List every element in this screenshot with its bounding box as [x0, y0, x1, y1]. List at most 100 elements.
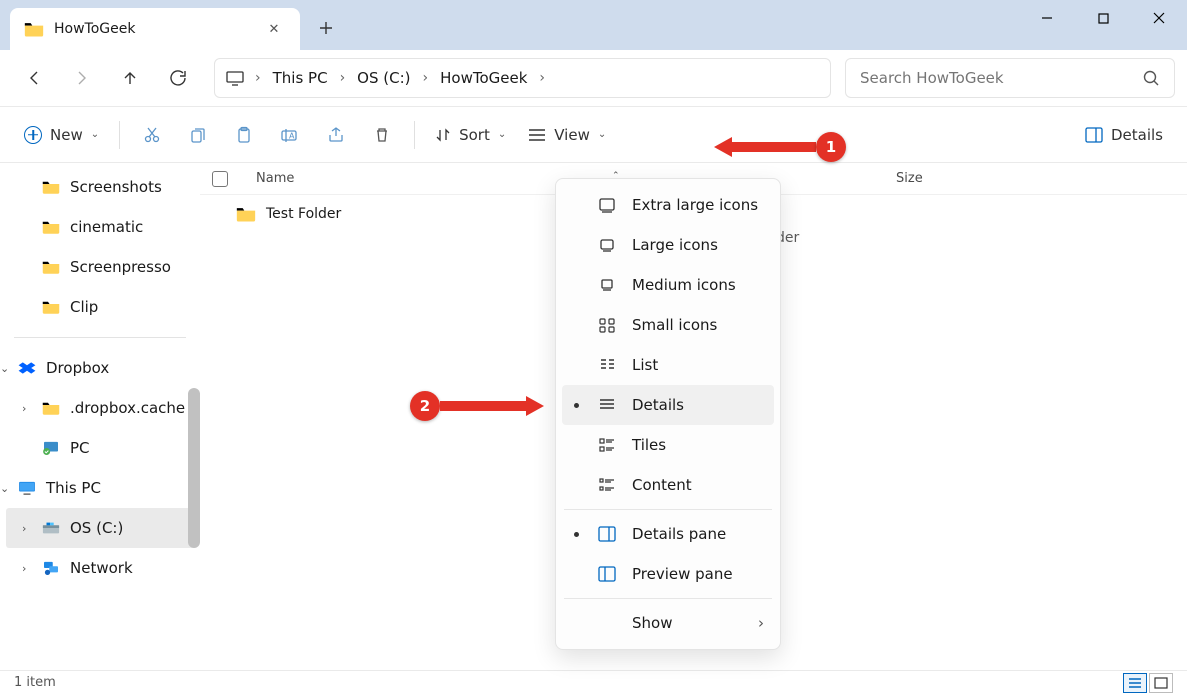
nav-pane: Screenshots cinematic Screenpresso Clip … [0, 163, 200, 675]
sidebar-item-screenshots[interactable]: Screenshots [0, 167, 200, 207]
details-icon [598, 396, 616, 414]
new-button[interactable]: New ⌄ [14, 115, 109, 155]
maximize-icon [1098, 13, 1109, 24]
minimize-icon [1041, 12, 1053, 24]
menu-details-pane[interactable]: Details pane [562, 514, 774, 554]
chevron-right-icon[interactable]: › [336, 70, 350, 86]
menu-label: Tiles [632, 436, 666, 454]
menu-label: Large icons [632, 236, 718, 254]
arrow-icon [526, 396, 544, 416]
menu-separator [564, 509, 772, 510]
minimize-button[interactable] [1019, 0, 1075, 36]
view-menu: Extra large icons Large icons Medium ico… [555, 178, 781, 650]
sidebar-label: Screenshots [70, 178, 162, 196]
forward-button[interactable] [60, 58, 104, 98]
breadcrumb-this-pc[interactable]: This PC [265, 59, 336, 97]
collapse-icon[interactable]: ⌄ [0, 362, 12, 375]
search-input[interactable] [860, 69, 1143, 87]
menu-preview-pane[interactable]: Preview pane [562, 554, 774, 594]
expand-icon[interactable]: › [22, 402, 34, 415]
menu-label: Show [632, 614, 672, 632]
thumbnails-icon [1154, 677, 1168, 689]
chevron-right-icon[interactable]: › [419, 70, 433, 86]
new-tab-button[interactable] [306, 8, 346, 48]
copy-button[interactable] [176, 115, 220, 155]
sidebar-label: .dropbox.cache [70, 399, 185, 417]
sidebar-item-dropbox[interactable]: ⌄ Dropbox [0, 348, 200, 388]
sidebar-item-dropbox-cache[interactable]: › .dropbox.cache [0, 388, 200, 428]
menu-details[interactable]: Details [562, 385, 774, 425]
close-window-button[interactable] [1131, 0, 1187, 36]
maximize-button[interactable] [1075, 0, 1131, 36]
sidebar-item-screenpresso[interactable]: Screenpresso [0, 247, 200, 287]
drive-icon [42, 521, 60, 535]
cut-button[interactable] [130, 115, 174, 155]
breadcrumb-folder[interactable]: HowToGeek [432, 59, 535, 97]
menu-label: List [632, 356, 658, 374]
menu-label: Details [632, 396, 684, 414]
refresh-button[interactable] [156, 58, 200, 98]
close-icon [1153, 12, 1165, 24]
sidebar-item-this-pc[interactable]: ⌄ This PC [0, 468, 200, 508]
chevron-right-icon[interactable]: › [535, 70, 549, 86]
sidebar-item-cinematic[interactable]: cinematic [0, 207, 200, 247]
menu-content[interactable]: Content [562, 465, 774, 505]
sort-button[interactable]: Sort ⌄ [425, 115, 516, 155]
collapse-icon[interactable]: ⌄ [0, 482, 12, 495]
menu-list[interactable]: List [562, 345, 774, 385]
chevron-right-icon[interactable]: › [251, 70, 265, 86]
window-tab[interactable]: HowToGeek ✕ [10, 8, 300, 50]
sidebar-item-clip[interactable]: Clip [0, 287, 200, 327]
column-size[interactable]: Size [882, 171, 1002, 186]
share-button[interactable] [314, 115, 358, 155]
menu-show[interactable]: Show › [562, 603, 774, 643]
tiles-icon [598, 436, 616, 454]
sidebar-label: Dropbox [46, 359, 109, 377]
menu-medium-icons[interactable]: Medium icons [562, 265, 774, 305]
details-pane-icon [1085, 127, 1103, 143]
sidebar-label: Clip [70, 298, 98, 316]
statusbar-details-view[interactable] [1123, 673, 1147, 693]
sidebar-label: cinematic [70, 218, 143, 236]
statusbar-thumbnails-view[interactable] [1149, 673, 1173, 693]
menu-small-icons[interactable]: Small icons [562, 305, 774, 345]
menu-large-icons[interactable]: Large icons [562, 225, 774, 265]
menu-label: Details pane [632, 525, 726, 543]
address-bar[interactable]: › This PC › OS (C:) › HowToGeek › [214, 58, 831, 98]
selected-dot-icon [574, 532, 579, 537]
details-pane-button[interactable]: Details [1075, 115, 1173, 155]
menu-tiles[interactable]: Tiles [562, 425, 774, 465]
refresh-icon [169, 69, 187, 87]
paste-button[interactable] [222, 115, 266, 155]
column-label: Size [896, 171, 923, 186]
up-button[interactable] [108, 58, 152, 98]
menu-separator [564, 598, 772, 599]
back-button[interactable] [12, 58, 56, 98]
sidebar-scrollbar[interactable] [188, 388, 200, 548]
menu-label: Extra large icons [632, 196, 758, 214]
sidebar-label: PC [70, 439, 90, 457]
rename-icon: A [280, 126, 300, 144]
annotation-callout-2: 2 [410, 391, 544, 421]
breadcrumb-drive[interactable]: OS (C:) [349, 59, 418, 97]
rename-button[interactable]: A [268, 115, 312, 155]
expand-icon[interactable]: › [22, 522, 34, 535]
sidebar-item-pc-link[interactable]: PC [0, 428, 200, 468]
tab-close-button[interactable]: ✕ [262, 17, 286, 41]
annotation-number: 2 [410, 391, 440, 421]
annotation-number: 1 [816, 132, 846, 162]
search-box[interactable] [845, 58, 1175, 98]
copy-icon [189, 126, 207, 144]
new-icon [24, 126, 42, 144]
sidebar-item-os-c[interactable]: › OS (C:) [6, 508, 194, 548]
details-label: Details [1111, 126, 1163, 144]
sidebar-item-network[interactable]: › Network [0, 548, 200, 588]
expand-icon[interactable]: › [22, 562, 34, 575]
details-icon [1128, 677, 1142, 689]
network-icon [42, 561, 60, 575]
content-icon [598, 476, 616, 494]
menu-extra-large-icons[interactable]: Extra large icons [562, 185, 774, 225]
select-all-checkbox[interactable] [212, 171, 228, 187]
view-button[interactable]: View ⌄ [518, 115, 616, 155]
delete-button[interactable] [360, 115, 404, 155]
